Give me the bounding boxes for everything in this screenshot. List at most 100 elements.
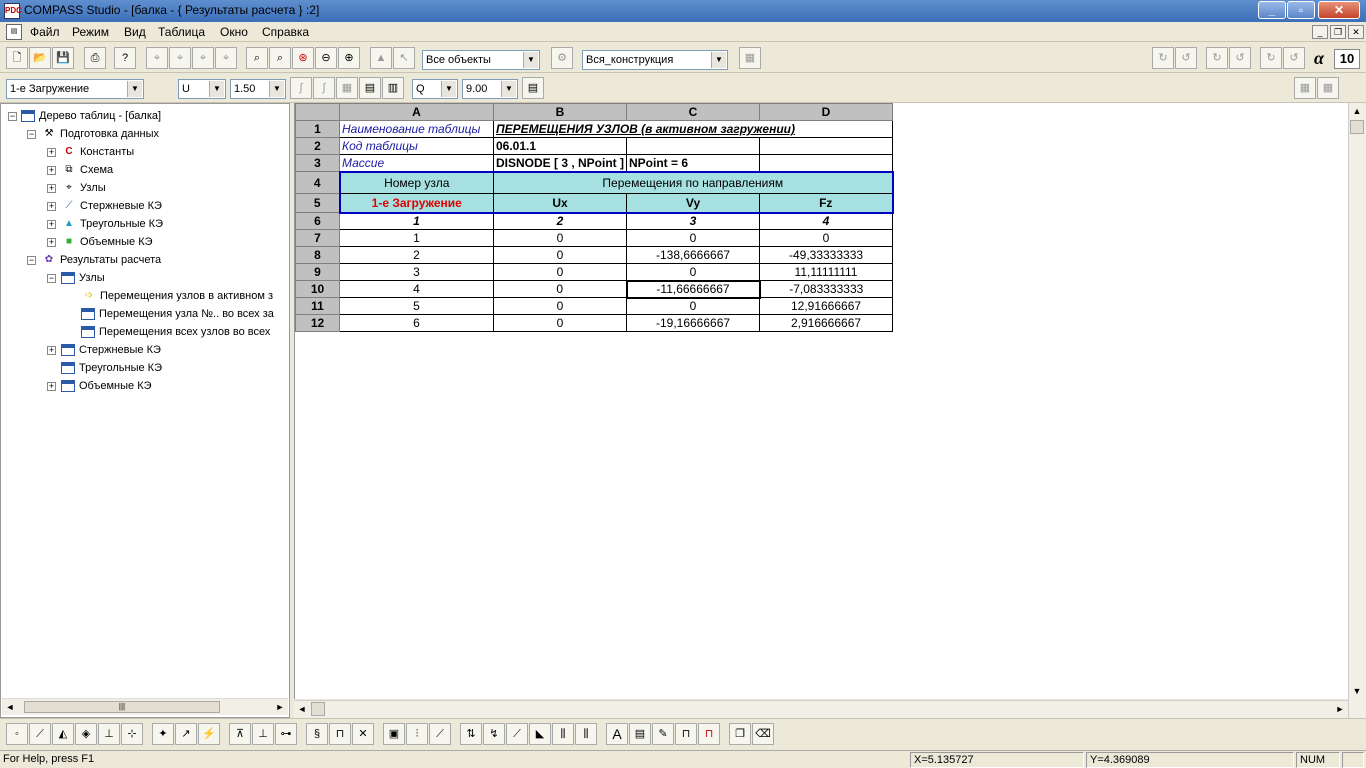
save-icon[interactable]: 💾 — [52, 47, 74, 69]
grid-horizontal-scrollbar[interactable]: ◄ ► — [294, 700, 1348, 718]
scroll-right-icon[interactable]: ► — [1332, 701, 1348, 717]
menu-view[interactable]: Вид — [124, 25, 146, 39]
select-tool-icon[interactable]: ▲ — [370, 47, 392, 69]
legend-icon[interactable]: ▤ — [359, 77, 381, 99]
vy-cell[interactable]: 0 — [626, 263, 761, 281]
ux-cell[interactable]: 0 — [492, 263, 628, 281]
zoom-window-icon[interactable]: ⌕ — [269, 47, 291, 69]
table-name-value[interactable]: ПЕРЕМЕЩЕНИЯ УЗЛОВ (в активном загружении… — [492, 120, 894, 138]
column-header[interactable]: C — [626, 103, 761, 121]
open-icon[interactable]: 📂 — [29, 47, 51, 69]
zoom-icon[interactable]: ⌕ — [246, 47, 268, 69]
minimize-button[interactable]: _ — [1258, 1, 1286, 19]
row-header[interactable]: 10 — [295, 280, 340, 298]
tree-horizontal-scrollbar[interactable]: ◄ ||| ► — [2, 698, 288, 715]
ux-cell[interactable]: 0 — [492, 314, 628, 332]
menu-window[interactable]: Окно — [220, 25, 248, 39]
fz-header[interactable]: Fz — [759, 193, 894, 214]
help-context-icon[interactable]: ? — [114, 47, 136, 69]
mdi-minimize-button[interactable]: _ — [1312, 25, 1328, 39]
stiffness-tool-icon[interactable]: ⫶ — [406, 723, 428, 745]
mass-tool-icon[interactable]: ⟋ — [429, 723, 451, 745]
fz-cell[interactable]: -49,33333333 — [759, 246, 894, 264]
values-icon[interactable]: ▥ — [382, 77, 404, 99]
array-label[interactable]: Массие — [339, 154, 494, 172]
close-button[interactable]: ✕ — [1318, 1, 1360, 19]
fix-tool-icon[interactable]: ⊥ — [252, 723, 274, 745]
rotation-tool-icon[interactable]: ↯ — [483, 723, 505, 745]
construction-filter-select[interactable]: Вся_конструкция ▼ — [582, 50, 728, 70]
pencil-tool-icon[interactable]: ✎ — [652, 723, 674, 745]
triangle-tool-icon[interactable]: ◭ — [52, 723, 74, 745]
vy-cell[interactable]: -19,16666667 — [626, 314, 761, 332]
array-name[interactable]: DISNODE [ 3 , NPoint ] — [492, 154, 628, 172]
chart-red-tool-icon[interactable]: ⊓ — [698, 723, 720, 745]
diagram-icon[interactable]: ▦ — [336, 77, 358, 99]
grid-tool-icon[interactable]: ⊹ — [121, 723, 143, 745]
node-number-cell[interactable]: 4 — [339, 280, 494, 298]
frame-tool-icon[interactable]: ⊓ — [329, 723, 351, 745]
tree-item-scheme[interactable]: ⧉ Схема — [61, 161, 113, 179]
component2-select[interactable]: Q ▼ — [412, 79, 458, 99]
component-select[interactable]: U ▼ — [178, 79, 226, 99]
scroll-thumb[interactable] — [311, 702, 325, 716]
menu-file[interactable]: Файл — [30, 25, 60, 39]
vy-header[interactable]: Vy — [626, 193, 761, 214]
tree-item-result-nodes[interactable]: Узлы — [61, 269, 105, 287]
tree-item-all-nodes-all-loads[interactable]: Перемещения всех узлов во всех — [81, 323, 270, 341]
maximize-button[interactable]: ▫ — [1287, 1, 1315, 19]
axis-3d-icon[interactable]: ⌖ — [215, 47, 237, 69]
chart-tool-icon[interactable]: ⊓ — [675, 723, 697, 745]
table-code-label[interactable]: Код таблицы — [339, 137, 494, 155]
rod-tool-icon[interactable]: ⟋ — [29, 723, 51, 745]
rotate-x-plus-icon[interactable]: ↻ — [1152, 47, 1174, 69]
tree-expand[interactable]: + — [47, 382, 56, 391]
brush-tool-icon[interactable]: ⟋ — [506, 723, 528, 745]
table-code-value[interactable]: 06.01.1 — [492, 137, 628, 155]
moment-tool-icon[interactable]: ↗ — [175, 723, 197, 745]
zoom-in-icon[interactable]: ⊕ — [338, 47, 360, 69]
node-number-cell[interactable]: 2 — [339, 246, 494, 264]
fz-cell[interactable]: -7,083333333 — [759, 280, 894, 298]
row-header[interactable]: 6 — [295, 212, 340, 230]
load-case-header[interactable]: 1-е Загружение — [338, 193, 494, 214]
scale2-select[interactable]: 9.00 ▼ — [462, 79, 518, 99]
app-icon[interactable]: PDC — [4, 3, 22, 19]
node-tool-icon[interactable]: ◦ — [6, 723, 28, 745]
grid-vertical-scrollbar[interactable]: ▲ ▼ — [1348, 103, 1366, 718]
row-header[interactable]: 7 — [295, 229, 340, 247]
scale-select[interactable]: 1.50 ▼ — [230, 79, 286, 99]
column-index[interactable]: 3 — [626, 212, 761, 230]
cell[interactable] — [759, 137, 894, 155]
pointer-icon[interactable]: ↖ — [393, 47, 415, 69]
rows-tool-icon[interactable]: ⫼ — [552, 723, 574, 745]
tree-expand[interactable]: + — [47, 202, 56, 211]
cell[interactable] — [759, 154, 894, 172]
scroll-left-icon[interactable]: ◄ — [294, 701, 310, 717]
load-tool-icon[interactable]: ⚡ — [198, 723, 220, 745]
tree-expand[interactable]: + — [47, 184, 56, 193]
tree-item-triangles[interactable]: ▲ Треугольные КЭ — [61, 215, 163, 233]
cols-tool-icon[interactable]: ⫼ — [575, 723, 597, 745]
axis-y-icon[interactable]: ⌖ — [169, 47, 191, 69]
column-index[interactable]: 4 — [759, 212, 894, 230]
menu-mode[interactable]: Режим — [72, 25, 109, 39]
node-number-cell[interactable]: 5 — [339, 297, 494, 315]
node-number-cell[interactable]: 6 — [339, 314, 494, 332]
material-tool-icon[interactable]: ▣ — [383, 723, 405, 745]
tree-item-constants[interactable]: C Константы — [61, 143, 134, 161]
volume-tool-icon[interactable]: ◈ — [75, 723, 97, 745]
row-header[interactable]: 8 — [295, 246, 340, 264]
fz-cell[interactable]: 11,11111111 — [759, 263, 894, 281]
corner-cell[interactable] — [295, 103, 340, 121]
column-header[interactable]: D — [759, 103, 894, 121]
fz-cell[interactable]: 2,916666667 — [759, 314, 894, 332]
tree-item-results[interactable]: ✿ Результаты расчета — [41, 251, 161, 269]
ux-cell[interactable]: 0 — [492, 246, 628, 264]
support-tool-icon[interactable]: ⊼ — [229, 723, 251, 745]
node-number-header[interactable]: Номер узла — [338, 170, 494, 194]
fz-cell[interactable]: 0 — [759, 229, 894, 247]
rotate-z-plus-icon[interactable]: ↻ — [1260, 47, 1282, 69]
menu-table[interactable]: Таблица — [158, 25, 205, 39]
axes-tool-icon[interactable]: ⊥ — [98, 723, 120, 745]
